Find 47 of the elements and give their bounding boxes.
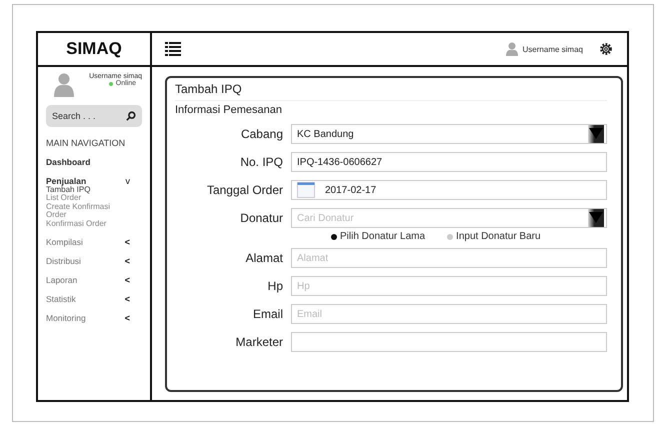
input-field[interactable]: Alamat — [291, 248, 607, 268]
nav-item[interactable]: Laporan — [46, 274, 78, 285]
input-field[interactable] — [291, 332, 607, 352]
radio-button[interactable]: Pilih Donatur Lama — [331, 231, 426, 242]
calendar-icon[interactable] — [297, 182, 315, 198]
avatar-icon — [54, 73, 74, 97]
nav-item[interactable]: Kompilasi — [46, 236, 83, 247]
nav-item[interactable]: Penjualan — [46, 176, 86, 186]
dropdown[interactable]: KC Bandung — [291, 124, 607, 144]
expand-toggle[interactable]: < — [124, 256, 130, 266]
card-title: Tambah IPQ — [175, 82, 607, 101]
field-label: Tanggal Order — [206, 183, 283, 197]
field-label: Email — [252, 307, 283, 321]
radio-button[interactable]: Input Donatur Baru — [447, 231, 541, 242]
nav-subitem[interactable]: Create Konfirmasi Order — [46, 202, 120, 220]
menu-icon[interactable] — [165, 41, 181, 57]
field-label: No. IPQ — [239, 155, 283, 169]
search-field[interactable]: Search . . . — [46, 105, 142, 127]
search-icon[interactable] — [126, 111, 136, 121]
field-label: Marketer — [234, 335, 283, 349]
field-label: Alamat — [244, 251, 283, 265]
brand-title: SIMAQ — [38, 33, 152, 67]
expand-toggle[interactable]: < — [124, 312, 130, 323]
field-label: Cabang — [240, 127, 283, 141]
nav-subitem[interactable]: List Order — [46, 194, 120, 203]
input-field[interactable]: Email — [291, 304, 607, 324]
section-title: Informasi Pemesanan — [175, 104, 283, 116]
nav-item[interactable]: Distribusi — [46, 256, 81, 266]
input-field[interactable]: IPQ-1436-0606627 — [291, 152, 607, 172]
expand-toggle[interactable]: < — [124, 236, 130, 247]
field-label: Hp — [266, 279, 283, 293]
date-field[interactable]: 2017-02-17 — [291, 180, 607, 200]
nav-subitem[interactable]: Konfirmasi Order — [46, 220, 120, 228]
settings-icon[interactable] — [599, 42, 613, 56]
nav-item[interactable]: Statistik — [46, 294, 76, 304]
nav-heading: MAIN NAVIGATION — [46, 138, 126, 148]
nav-item[interactable]: Dashboard — [46, 157, 90, 167]
nav-subitem[interactable]: Tambah IPQ — [46, 186, 120, 194]
expand-toggle[interactable]: v — [126, 176, 130, 186]
nav-item[interactable]: Monitoring — [46, 312, 86, 323]
expand-toggle[interactable]: < — [124, 274, 130, 285]
field-label: Donatur — [239, 211, 283, 225]
input-field[interactable]: Hp — [291, 276, 607, 296]
avatar-icon — [504, 42, 519, 56]
expand-toggle[interactable]: < — [124, 294, 130, 304]
status-dot — [108, 82, 113, 86]
username-label[interactable]: Username simaq — [522, 44, 583, 54]
